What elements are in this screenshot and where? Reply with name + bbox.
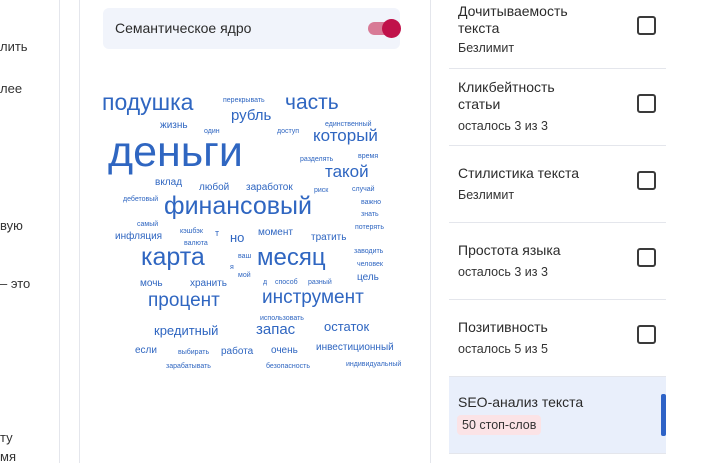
left-content-strip: лить лее вую – это ту мя — [0, 0, 60, 463]
cloud-word: д — [263, 279, 268, 286]
check-item-stylistics[interactable]: Стилистика текста Безлимит — [449, 146, 666, 223]
cloud-word: очень — [271, 345, 298, 356]
stop-words-badge: 50 стоп-слов — [457, 415, 542, 435]
check-title: Простота языка — [458, 242, 561, 258]
cloud-word: момент — [258, 227, 293, 238]
cloud-word: мой — [238, 272, 251, 279]
cloud-word: процент — [148, 290, 220, 311]
cloud-word: самый — [137, 221, 159, 228]
cloud-word: разный — [308, 279, 332, 286]
cloud-word: вклад — [155, 177, 183, 188]
cloud-word: потерять — [355, 224, 385, 231]
cloud-word: безопасность — [266, 363, 310, 370]
cloud-word: ваш — [238, 253, 252, 260]
left-text-fragment: лее — [0, 81, 23, 96]
check-checkbox[interactable] — [637, 325, 656, 344]
left-text-fragment: – это — [0, 276, 31, 291]
left-text-fragment: ту — [0, 430, 13, 445]
cloud-word: инвестиционный — [316, 342, 394, 353]
check-checkbox[interactable] — [637, 171, 656, 190]
check-item-simplicity[interactable]: Простота языка осталось 3 из 3 — [449, 223, 666, 300]
cloud-word: но — [230, 230, 245, 245]
cloud-word: такой — [325, 162, 369, 181]
check-title: Дочитываемость текста — [458, 3, 568, 36]
cloud-word: инфляция — [115, 231, 163, 242]
cloud-word: остаток — [324, 319, 370, 334]
check-item-clickbait[interactable]: Кликбейтность статьи осталось 3 из 3 — [449, 69, 666, 146]
cloud-word: доступ — [277, 128, 300, 135]
check-status: Безлимит — [458, 41, 515, 55]
cloud-word: подушка — [102, 89, 194, 115]
cloud-word: месяц — [257, 244, 326, 271]
check-title: Стилистика текста — [458, 165, 580, 181]
semantic-core-panel: Семантическое ядро подушка перекрывать ч… — [79, 0, 431, 463]
cloud-word: дебетовый — [123, 196, 159, 203]
cloud-word: знать — [361, 211, 379, 218]
check-checkbox[interactable] — [637, 248, 656, 267]
cloud-word: время — [358, 153, 379, 160]
cloud-word: часть — [285, 91, 339, 114]
cloud-word: кэшбэк — [180, 228, 203, 235]
left-text-fragment: лить — [0, 39, 28, 54]
cloud-word: хранить — [190, 278, 228, 289]
check-title: Позитивность — [458, 319, 548, 335]
cloud-word: важно — [361, 199, 381, 206]
cloud-word: карта — [141, 243, 205, 271]
check-title: Кликбейтность статьи — [458, 79, 555, 112]
cloud-word: заводить — [354, 248, 384, 255]
check-item-readability[interactable]: Дочитываемость текста Безлимит — [449, 0, 666, 69]
cloud-word: т — [215, 228, 220, 238]
cloud-word: финансовый — [164, 192, 312, 220]
check-status: осталось 3 из 3 — [458, 265, 548, 279]
cloud-word: деньги — [108, 128, 243, 176]
check-checkbox[interactable] — [637, 16, 656, 35]
check-status: осталось 5 из 5 — [458, 342, 548, 356]
text-checks-list: Дочитываемость текста Безлимит Кликбейтн… — [449, 0, 666, 463]
cloud-word: мочь — [140, 278, 163, 289]
cloud-word: перекрывать — [223, 97, 265, 104]
cloud-word: риск — [314, 187, 329, 194]
check-item-positivity[interactable]: Позитивность осталось 5 из 5 — [449, 300, 666, 377]
word-cloud: подушка перекрывать часть рубль жизнь од… — [80, 0, 432, 463]
cloud-word: если — [135, 345, 157, 356]
check-title: SEO-анализ текста — [458, 394, 584, 410]
cloud-word: способ — [275, 279, 298, 286]
cloud-word: человек — [357, 261, 383, 268]
cloud-word: зарабатывать — [166, 363, 211, 370]
left-text-fragment: мя — [0, 449, 16, 463]
cloud-word: случай — [352, 186, 375, 193]
check-status: Безлимит — [458, 188, 515, 202]
cloud-word: работа — [221, 346, 254, 357]
cloud-word: запас — [256, 321, 296, 338]
left-text-fragment: вую — [0, 218, 23, 233]
selected-indicator — [661, 394, 666, 436]
cloud-word: индивидуальный — [346, 361, 402, 368]
cloud-word: рубль — [231, 107, 272, 124]
cloud-word: кредитный — [154, 323, 219, 338]
check-status: осталось 3 из 3 — [458, 119, 548, 133]
cloud-word: выбирать — [178, 349, 210, 356]
cloud-word: цель — [357, 272, 379, 283]
cloud-word: который — [313, 126, 378, 145]
check-checkbox[interactable] — [637, 94, 656, 113]
cloud-word: инструмент — [262, 287, 364, 308]
cloud-word: я — [230, 264, 234, 271]
cloud-word: тратить — [311, 232, 347, 243]
